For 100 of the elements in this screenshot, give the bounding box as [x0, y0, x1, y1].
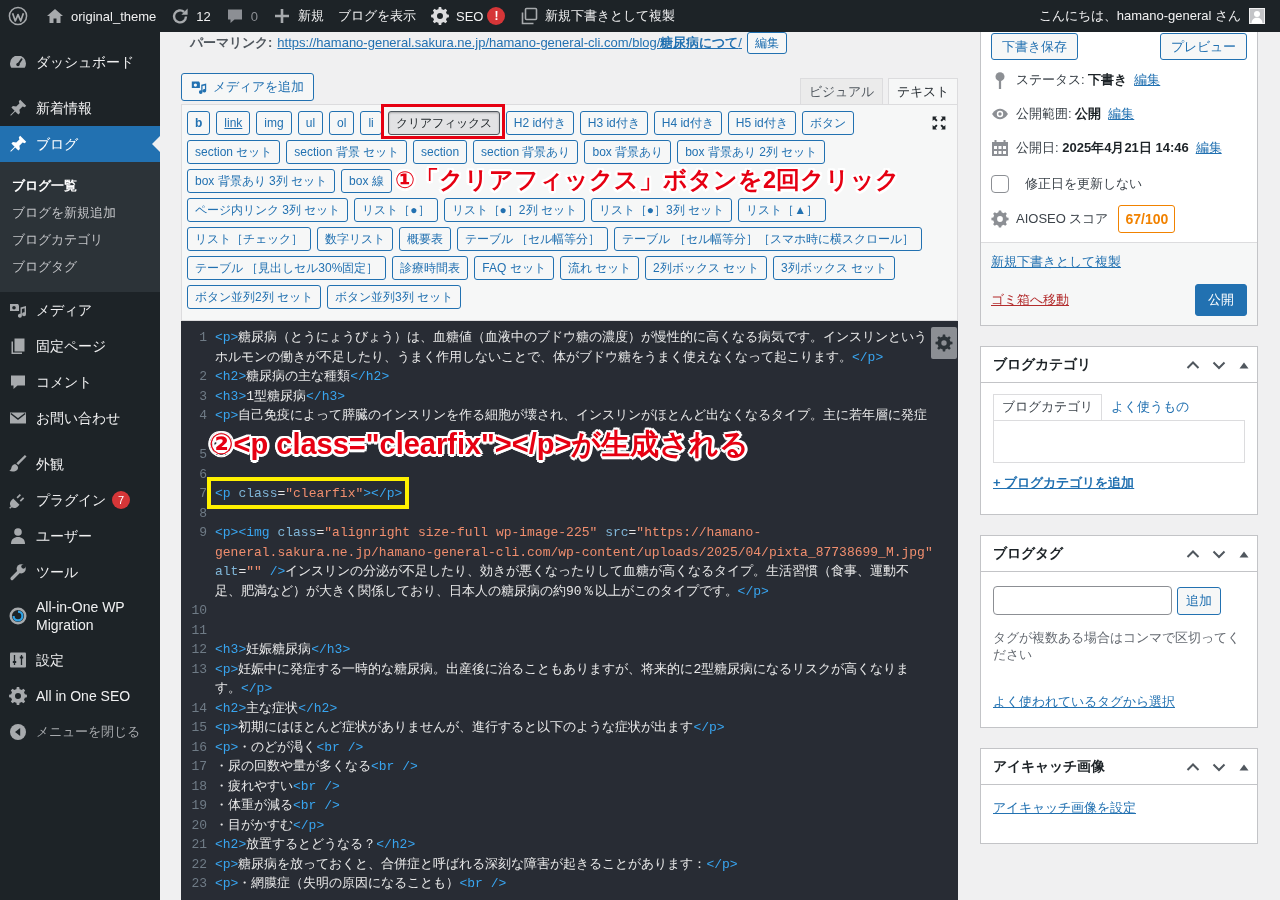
toolbar-button[interactable]: リスト［▲］	[738, 198, 826, 222]
submenu-item[interactable]: ブログ一覧	[0, 172, 160, 199]
toolbar-button[interactable]: テーブル ［見出しセル30%固定］	[187, 256, 387, 280]
submenu-item[interactable]: ブログタグ	[0, 253, 160, 280]
duplicate-post-link[interactable]: 新規下書きとして複製	[512, 0, 683, 32]
edit-link[interactable]: 編集	[1108, 105, 1135, 123]
checkbox-label: 修正日を更新しない	[1025, 175, 1142, 193]
submenu-item[interactable]: ブログを新規追加	[0, 199, 160, 226]
line-number: 22	[190, 855, 207, 874]
toolbar-button[interactable]: section 背景あり	[473, 140, 579, 164]
sidebar-item[interactable]: メディア	[0, 292, 160, 328]
triangle-icon[interactable]	[1239, 762, 1249, 771]
sidebar-item[interactable]: 新着情報	[0, 90, 160, 126]
sidebar-item[interactable]: 設定	[0, 642, 160, 678]
sidebar-item[interactable]: プラグイン 7	[0, 482, 160, 518]
logo-icon[interactable]	[8, 6, 28, 26]
toolbar-button[interactable]: 数字リスト	[317, 227, 393, 251]
add-media-button[interactable]: メディアを追加	[181, 73, 314, 101]
updates-link[interactable]: 12	[163, 0, 218, 32]
preview-button[interactable]: プレビュー	[1160, 33, 1247, 60]
permalink-link[interactable]: https://hamano-general.sakura.ne.jp/hamano-general-cli.com/blog/糖尿病につて/	[277, 34, 742, 52]
code-editor[interactable]	[181, 321, 958, 900]
category-tab[interactable]: ブログカテゴリ	[993, 394, 1102, 420]
toolbar-button[interactable]: H4 id付き	[653, 111, 722, 135]
sidebar-item[interactable]: コメント	[0, 364, 160, 400]
toolbar-button[interactable]: 概要表	[399, 227, 451, 251]
toolbar-button[interactable]: H2 id付き	[505, 111, 574, 135]
toolbar-button[interactable]: 流れ セット	[559, 256, 640, 280]
view-blog-link[interactable]: ブログを表示	[331, 0, 423, 32]
toolbar-button[interactable]: box 背景あり	[584, 140, 672, 164]
toolbar-button[interactable]: ボタン並列2列 セット	[187, 285, 321, 309]
toolbar-button[interactable]: クリアフィックス	[387, 111, 500, 135]
collapse-menu-button[interactable]: メニューを閉じる	[0, 714, 160, 750]
comments-link[interactable]: 0	[217, 0, 265, 32]
sidebar-item[interactable]: お問い合わせ	[0, 400, 160, 436]
toolbar-button[interactable]: ol	[329, 111, 355, 135]
triangle-icon[interactable]	[1239, 360, 1249, 369]
toolbar-button[interactable]: FAQ セット	[474, 256, 554, 280]
toolbar-button[interactable]: テーブル ［セル幅等分］［スマホ時に横スクロール］	[614, 227, 922, 251]
trash-link[interactable]: ゴミ箱へ移動	[991, 291, 1069, 309]
sidebar-item[interactable]: All-in-One WP Migration	[0, 590, 160, 642]
add-tag-button[interactable]: 追加	[1177, 586, 1221, 615]
toolbar-button[interactable]: H5 id付き	[727, 111, 796, 135]
fullscreen-icon[interactable]	[931, 115, 947, 131]
popular-tags-link[interactable]: よく使われているタグから選択	[993, 693, 1175, 711]
sidebar-item[interactable]: ブログ	[0, 126, 160, 162]
toolbar-button[interactable]: リスト［●］	[354, 198, 438, 222]
code-line: <h2>主な症状</h2>	[215, 700, 338, 716]
toolbar-button[interactable]: ページ内リンク 3列 セット	[187, 198, 349, 222]
toolbar-button[interactable]: box 背景あり 3列 セット	[187, 169, 336, 193]
toolbar-button[interactable]: 3列ボックス セット	[773, 256, 896, 280]
add-category-link[interactable]: + ブログカテゴリを追加	[993, 474, 1135, 492]
toolbar-button[interactable]: section 背景 セット	[286, 140, 408, 164]
set-featured-image-link[interactable]: アイキャッチ画像を設定	[993, 800, 1136, 815]
toolbar-button[interactable]: リスト［チェック］	[187, 227, 311, 251]
toolbar-button[interactable]: b	[187, 111, 211, 135]
toolbar-button[interactable]: テーブル ［セル幅等分］	[457, 227, 609, 251]
sidebar-item[interactable]: 外観	[0, 446, 160, 482]
triangle-icon[interactable]	[1239, 549, 1249, 558]
editor-tab[interactable]: ビジュアル	[800, 78, 883, 104]
seo-menu-link[interactable]: SEO !	[423, 0, 513, 32]
site-name-link[interactable]: original_theme	[38, 0, 164, 32]
refresh-icon	[170, 6, 191, 26]
editor-tab[interactable]: テキスト	[888, 78, 958, 104]
sidebar-item[interactable]: ユーザー	[0, 518, 160, 554]
sidebar-item[interactable]: ツール	[0, 554, 160, 590]
toolbar-button[interactable]: box 線	[341, 169, 392, 193]
toolbar-button[interactable]: ul	[297, 111, 324, 135]
toolbar-button[interactable]: img	[256, 111, 292, 135]
gear-icon	[8, 686, 28, 706]
checkbox[interactable]	[991, 175, 1009, 193]
edit-permalink-button[interactable]: 編集	[746, 32, 787, 54]
submenu-item[interactable]: ブログカテゴリ	[0, 226, 160, 253]
toolbar-button[interactable]: 診療時間表	[392, 256, 469, 280]
toolbar-button[interactable]: リスト［●］3列 セット	[590, 198, 733, 222]
category-tab[interactable]: よく使うもの	[1102, 394, 1198, 420]
toolbar-button[interactable]: link	[216, 111, 251, 135]
toolbar-button[interactable]: ボタン並列3列 セット	[327, 285, 462, 309]
toolbar-button[interactable]: H3 id付き	[579, 111, 648, 135]
sidebar-item[interactable]: 固定ページ	[0, 328, 160, 364]
new-content-link[interactable]: 新規	[265, 0, 331, 32]
toolbar-button[interactable]: 2列ボックス セット	[645, 256, 768, 280]
duplicate-draft-link[interactable]: 新規下書きとして複製	[991, 253, 1247, 271]
toolbar-button[interactable]: ボタン	[801, 111, 854, 135]
save-draft-button[interactable]: 下書き保存	[991, 33, 1078, 60]
editor-settings-button[interactable]	[931, 327, 957, 359]
account-link[interactable]: こんにちは、hamano-general さん	[1031, 0, 1272, 32]
tag-input-field[interactable]	[993, 586, 1172, 615]
toolbar-button[interactable]: box 背景あり 2列 セット	[677, 140, 826, 164]
edit-link[interactable]: 編集	[1195, 139, 1222, 157]
toolbar-button[interactable]: リスト［●］2列 セット	[443, 198, 585, 222]
toolbar-button[interactable]: section セット	[187, 140, 281, 164]
publish-button[interactable]: 公開	[1195, 284, 1247, 316]
meta-text: 公開範囲: 公開	[1016, 105, 1102, 123]
toolbar-button[interactable]: li	[360, 111, 382, 135]
edit-link[interactable]: 編集	[1134, 71, 1161, 89]
sidebar-item[interactable]: All in One SEO	[0, 678, 160, 714]
toolbar-button[interactable]: section	[413, 140, 468, 164]
gear-icon	[430, 6, 450, 26]
sidebar-item[interactable]: ダッシュボード	[0, 44, 160, 80]
